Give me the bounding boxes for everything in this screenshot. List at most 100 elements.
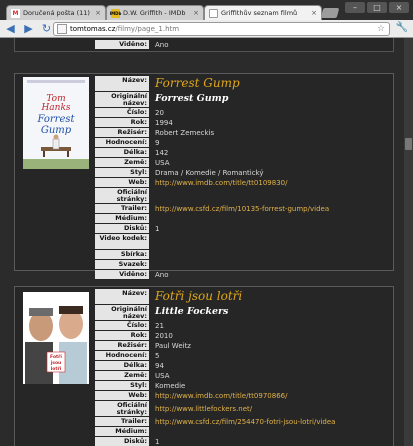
field-value: Komedie — [155, 382, 186, 390]
page-content: Viděno: Ano Tom Hanks Forrest Gump Název… — [0, 38, 404, 446]
field-value: USA — [155, 159, 170, 167]
vertical-scrollbar[interactable] — [404, 38, 413, 446]
poster-text: Forrest — [36, 114, 75, 125]
web-link[interactable]: http://www.imdb.com/title/tt0970866/ — [149, 391, 387, 401]
poster-image: Tom Hanks Forrest Gump — [23, 77, 89, 169]
field-value — [149, 188, 387, 204]
movie-title: Fotři jsou lotři — [155, 289, 243, 303]
field-label: Název: — [95, 76, 149, 92]
field-value — [149, 250, 387, 260]
trailer-link[interactable]: http://www.csfd.cz/film/10135-forrest-gu… — [149, 204, 387, 214]
movie-poster[interactable]: Fotři jsou lotři — [23, 292, 89, 384]
movie-poster[interactable]: Tom Hanks Forrest Gump — [23, 77, 89, 169]
bookmark-star-icon[interactable]: ☆ — [377, 24, 385, 34]
field-label: Délka: — [95, 361, 149, 371]
field-label: Originální název: — [95, 92, 149, 108]
field-label: Web: — [95, 178, 149, 188]
close-icon[interactable]: × — [308, 9, 317, 17]
field-value: USA — [155, 372, 170, 380]
close-icon[interactable]: × — [92, 9, 101, 17]
field-value — [149, 427, 387, 437]
field-label: Trailer: — [95, 204, 149, 214]
field-label: Oficiální stránky: — [95, 401, 149, 417]
field-value: 20 — [155, 109, 164, 117]
field-label: Médium: — [95, 214, 149, 224]
tab-label: D.W. Griffith - IMDb — [123, 9, 186, 17]
field-label: Styl: — [95, 168, 149, 178]
reload-icon[interactable]: ↻ — [39, 21, 54, 36]
field-label: Médium: — [95, 427, 149, 437]
field-value: Robert Zemeckis — [155, 129, 215, 137]
field-label: Oficiální stránky: — [95, 188, 149, 204]
field-label: Hodnocení: — [95, 138, 149, 148]
field-label: Originální název: — [95, 305, 149, 321]
wrench-icon[interactable]: 🔧 — [395, 22, 409, 36]
trailer-link[interactable]: http://www.csfd.cz/film/254470-fotri-jso… — [149, 417, 387, 427]
field-value: Ano — [155, 41, 169, 49]
field-label: Délka: — [95, 148, 149, 158]
field-value: 1 — [155, 438, 160, 446]
field-label: Režisér: — [95, 128, 149, 138]
minimize-button[interactable]: – — [345, 2, 365, 13]
field-value: 9 — [155, 139, 160, 147]
field-value: 5 — [155, 352, 160, 360]
maximize-button[interactable]: □ — [367, 2, 387, 13]
official-site-link[interactable]: http://www.littlefockers.net/ — [149, 401, 387, 417]
field-value: 1 — [155, 225, 160, 233]
field-label: Země: — [95, 371, 149, 381]
field-label: Název: — [95, 289, 149, 305]
field-value: 1994 — [155, 119, 173, 127]
poster-image: Fotři jsou lotři — [23, 292, 89, 384]
field-label: Hodnocení: — [95, 351, 149, 361]
field-label: Číslo: — [95, 321, 149, 331]
field-value: 21 — [155, 322, 164, 330]
field-value — [149, 260, 387, 270]
field-value: 94 — [155, 362, 164, 370]
field-label: Sbírka: — [95, 250, 149, 260]
tab-movie-list[interactable]: Griffithův seznam filmů × — [204, 5, 322, 20]
gmail-icon: M — [11, 8, 20, 18]
field-label: Rok: — [95, 331, 149, 341]
field-label: Web: — [95, 391, 149, 401]
tab-gmail[interactable]: M Doručená pošta (11) × — [6, 5, 106, 20]
tab-imdb[interactable]: IMDb D.W. Griffith - IMDb × — [106, 5, 204, 20]
poster-text: Fotři — [50, 353, 62, 360]
field-value — [149, 214, 387, 224]
field-label: Viděno: — [95, 270, 149, 280]
movie-card: Fotři jsou lotři Název: Fotři jsou lotři … — [14, 286, 394, 446]
url-host: tomtomas.cz — [70, 25, 116, 33]
movie-details: Název: Fotři jsou lotři Originální název:… — [95, 289, 387, 446]
page-icon — [209, 8, 218, 18]
close-icon[interactable]: × — [190, 9, 199, 17]
tab-strip: M Doručená pošta (11) × IMDb D.W. Griffi… — [0, 0, 413, 20]
close-window-button[interactable]: × — [389, 2, 409, 13]
imdb-icon: IMDb — [109, 8, 122, 18]
field-label: Trailer: — [95, 417, 149, 427]
field-label: Svazek: — [95, 260, 149, 270]
field-label: Viděno: — [95, 40, 149, 50]
scrollbar-thumb[interactable] — [405, 138, 412, 150]
forward-icon[interactable]: ▶ — [21, 21, 36, 36]
original-title: Little Fockers — [155, 306, 229, 317]
previous-movie-tail: Viděno: Ano — [14, 38, 394, 52]
new-tab-button[interactable] — [320, 8, 340, 18]
field-label: Země: — [95, 158, 149, 168]
movie-details: Název: Forrest Gump Originální název: Forr… — [95, 76, 387, 280]
browser-chrome: M Doručená pošta (11) × IMDb D.W. Griffi… — [0, 0, 413, 38]
original-title: Forrest Gump — [155, 93, 229, 104]
field-label: Styl: — [95, 381, 149, 391]
page-icon — [57, 24, 67, 34]
field-label: Režisér: — [95, 341, 149, 351]
address-bar[interactable]: tomtomas.cz/filmy/page_1.htm ☆ — [53, 22, 390, 36]
field-value — [149, 234, 387, 250]
poster-text: Gump — [41, 125, 72, 136]
field-value: Paul Weitz — [155, 342, 191, 350]
field-value: 142 — [155, 149, 169, 157]
field-label: Číslo: — [95, 108, 149, 118]
field-value: Ano — [155, 271, 169, 279]
toolbar: ◀ ▶ ↻ tomtomas.cz/filmy/page_1.htm ☆ — [0, 20, 413, 38]
field-value: 2010 — [155, 332, 173, 340]
url-path: /filmy/page_1.htm — [115, 25, 180, 33]
back-icon[interactable]: ◀ — [3, 21, 18, 36]
web-link[interactable]: http://www.imdb.com/title/tt0109830/ — [149, 178, 387, 188]
